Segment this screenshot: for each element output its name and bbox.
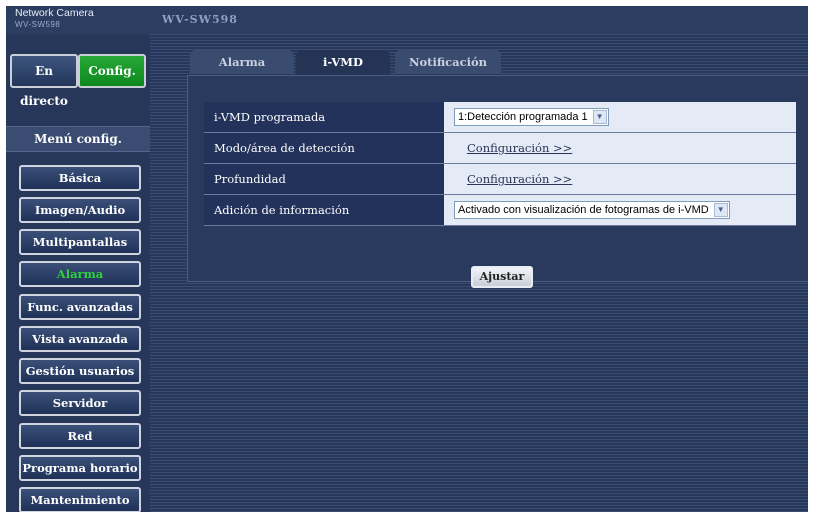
settings-table: i-VMD programada 1:Detección programada …	[204, 102, 796, 226]
menu-heading: Menú config.	[6, 126, 150, 152]
info-addition-select-value: Activado con visualización de fotogramas…	[458, 204, 709, 216]
settings-panel: i-VMD programada 1:Detección programada …	[187, 75, 808, 288]
sidebar-item-alarma[interactable]: Alarma	[19, 261, 141, 287]
table-row: Modo/área de detección Configuración >>	[204, 132, 796, 164]
row-value: Configuración >>	[444, 163, 796, 195]
schedule-select-value: 1:Detección programada 1	[458, 111, 588, 123]
row-label: Adición de información	[204, 194, 444, 226]
browser-frame: Network Camera WV-SW598 WV-SW598 En dire…	[6, 6, 808, 512]
row-value: Activado con visualización de fotogramas…	[444, 194, 796, 226]
sidebar-item-func-avanzadas[interactable]: Func. avanzadas	[19, 294, 141, 320]
row-label: Profundidad	[204, 163, 444, 195]
tab-i-vmd[interactable]: i-VMD	[296, 50, 390, 76]
config-button[interactable]: Config.	[78, 54, 146, 88]
table-row: Adición de información Activado con visu…	[204, 194, 796, 226]
sidebar-item-red[interactable]: Red	[19, 423, 141, 449]
brand-subtitle: WV-SW598	[15, 20, 61, 29]
content-area: Alarma i-VMD Notificación i-VMD programa…	[150, 34, 808, 512]
sidebar-item-gestion-usuarios[interactable]: Gestión usuarios	[19, 358, 141, 384]
info-addition-select[interactable]: Activado con visualización de fotogramas…	[454, 201, 730, 219]
mode-switch: En directo Config.	[10, 54, 146, 108]
brand-title: Network Camera	[15, 7, 94, 19]
table-row: i-VMD programada 1:Detección programada …	[204, 102, 796, 133]
tab-alarma[interactable]: Alarma	[190, 50, 294, 74]
row-value: Configuración >>	[444, 132, 796, 164]
table-row: Profundidad Configuración >>	[204, 163, 796, 195]
sidebar-item-vista-avanzada[interactable]: Vista avanzada	[19, 326, 141, 352]
row-label: Modo/área de detección	[204, 132, 444, 164]
apply-button[interactable]: Ajustar	[471, 266, 533, 288]
live-button[interactable]: En directo	[10, 54, 78, 108]
sidebar-item-imagen-audio[interactable]: Imagen/Audio	[19, 197, 141, 223]
chevron-down-icon: ▼	[713, 203, 728, 217]
row-label: i-VMD programada	[204, 102, 444, 133]
sidebar-item-servidor[interactable]: Servidor	[19, 390, 141, 416]
sidebar: En directo Config. Menú config. Básica I…	[6, 34, 150, 512]
header-bar: Network Camera WV-SW598 WV-SW598	[6, 6, 808, 34]
sidebar-item-programa-horario[interactable]: Programa horario	[19, 455, 141, 481]
brand: Network Camera WV-SW598	[6, 6, 150, 34]
chevron-down-icon: ▼	[592, 110, 607, 124]
depth-link[interactable]: Configuración >>	[467, 172, 572, 186]
sidebar-item-multipantallas[interactable]: Multipantallas	[19, 229, 141, 255]
sidebar-item-basica[interactable]: Básica	[19, 165, 141, 191]
tab-notificacion[interactable]: Notificación	[395, 50, 501, 74]
detection-area-link[interactable]: Configuración >>	[467, 141, 572, 155]
model-name: WV-SW598	[162, 13, 238, 26]
row-value: 1:Detección programada 1 ▼	[444, 102, 796, 133]
sidebar-item-mantenimiento[interactable]: Mantenimiento	[19, 487, 141, 512]
schedule-select[interactable]: 1:Detección programada 1 ▼	[454, 108, 609, 126]
